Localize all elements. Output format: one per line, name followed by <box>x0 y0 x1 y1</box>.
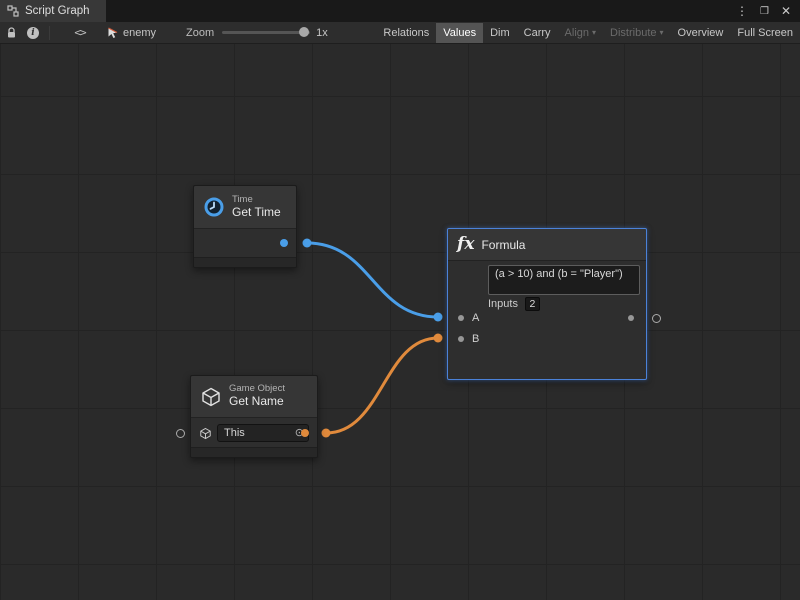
node-get-time[interactable]: Time Get Time <box>193 185 297 268</box>
chevron-down-icon: ▾ <box>592 28 596 37</box>
chevron-down-icon: ▾ <box>660 28 664 37</box>
full-screen-button[interactable]: Full Screen <box>730 23 800 43</box>
node-footer <box>191 447 317 457</box>
edge-getname-to-formula-b <box>326 338 438 433</box>
formula-output-port[interactable] <box>652 314 661 323</box>
lock-icon[interactable] <box>0 22 22 44</box>
node-footer <box>194 257 296 267</box>
zoom-slider[interactable] <box>222 31 310 34</box>
port-row-a: A <box>448 310 646 326</box>
node-header[interactable]: fx Formula <box>448 229 646 261</box>
node-title: Get Name <box>229 395 285 409</box>
tab-script-graph[interactable]: Script Graph <box>0 0 106 22</box>
node-title: Get Time <box>232 206 281 220</box>
zoom-slider-handle[interactable] <box>299 27 309 37</box>
edge-endpoint[interactable] <box>303 239 312 248</box>
cube-icon-small <box>199 427 212 440</box>
script-graph-icon <box>7 5 19 17</box>
node-header[interactable]: Game Object Get Name <box>191 376 317 418</box>
output-port[interactable] <box>280 239 288 247</box>
edge-endpoint[interactable] <box>434 313 443 322</box>
values-button[interactable]: Values <box>436 23 483 43</box>
output-port-inner[interactable] <box>628 315 634 321</box>
edge-gettime-to-formula-a <box>307 243 438 317</box>
node-body: This ⊙ <box>191 418 317 448</box>
node-titles: Game Object Get Name <box>229 384 285 409</box>
graph-reference[interactable]: enemy <box>107 27 156 39</box>
inputs-count-field[interactable]: 2 <box>525 297 540 311</box>
kebab-menu-icon[interactable]: ⋮ <box>736 4 748 18</box>
node-category: Time <box>232 195 281 206</box>
overview-button[interactable]: Overview <box>671 23 731 43</box>
toolbar-divider <box>49 26 50 40</box>
target-input-port[interactable] <box>176 429 185 438</box>
node-get-name[interactable]: Game Object Get Name This ⊙ <box>190 375 318 458</box>
port-label: A <box>472 312 479 324</box>
node-header[interactable]: Time Get Time <box>194 186 296 229</box>
dim-button[interactable]: Dim <box>483 23 517 43</box>
code-view-icon[interactable]: <> <box>69 22 91 44</box>
edge-endpoint[interactable] <box>434 334 443 343</box>
port-row-b: B <box>448 331 646 347</box>
info-icon[interactable]: i <box>22 22 44 44</box>
node-titles: Time Get Time <box>232 195 281 220</box>
zoom-label: Zoom <box>186 27 214 39</box>
input-port-a[interactable] <box>458 315 464 321</box>
graph-canvas[interactable]: Time Get Time fx Formula (a > 10) and (b… <box>0 44 800 600</box>
formula-fx-icon: fx <box>457 236 474 253</box>
clock-icon <box>203 196 225 218</box>
pointer-icon <box>107 27 119 39</box>
node-title: Formula <box>481 238 525 252</box>
output-port[interactable] <box>301 429 309 437</box>
formula-inputs-row: Inputs 2 <box>488 296 540 311</box>
target-object-field[interactable]: This ⊙ <box>217 424 309 442</box>
edge-endpoint[interactable] <box>322 429 331 438</box>
cube-icon <box>200 386 222 408</box>
align-dropdown[interactable]: Align▾ <box>558 23 603 43</box>
inputs-label: Inputs <box>488 298 518 310</box>
target-object-value: This <box>224 427 245 439</box>
tab-label: Script Graph <box>25 5 90 17</box>
formula-expression-input[interactable]: (a > 10) and (b = "Player") <box>488 265 640 295</box>
script-graph-window: { "titlebar": { "tab_label": "Script Gra… <box>0 0 800 600</box>
maximize-icon[interactable]: ❐ <box>760 6 769 17</box>
port-label: B <box>472 333 479 345</box>
toolbar: i <> enemy Zoom 1x Relations Values Dim … <box>0 22 800 44</box>
distribute-dropdown[interactable]: Distribute▾ <box>603 23 670 43</box>
titlebar: Script Graph ⋮ ❐ ✕ <box>0 0 800 22</box>
relations-button[interactable]: Relations <box>376 23 436 43</box>
carry-button[interactable]: Carry <box>517 23 558 43</box>
node-body <box>194 229 296 258</box>
window-controls: ⋮ ❐ ✕ <box>736 4 800 18</box>
graph-name: enemy <box>123 27 156 39</box>
node-formula[interactable]: fx Formula (a > 10) and (b = "Player") I… <box>447 228 647 380</box>
input-port-b[interactable] <box>458 336 464 342</box>
close-icon[interactable]: ✕ <box>781 4 791 18</box>
zoom-value: 1x <box>316 27 328 39</box>
connection-layer <box>0 44 800 600</box>
